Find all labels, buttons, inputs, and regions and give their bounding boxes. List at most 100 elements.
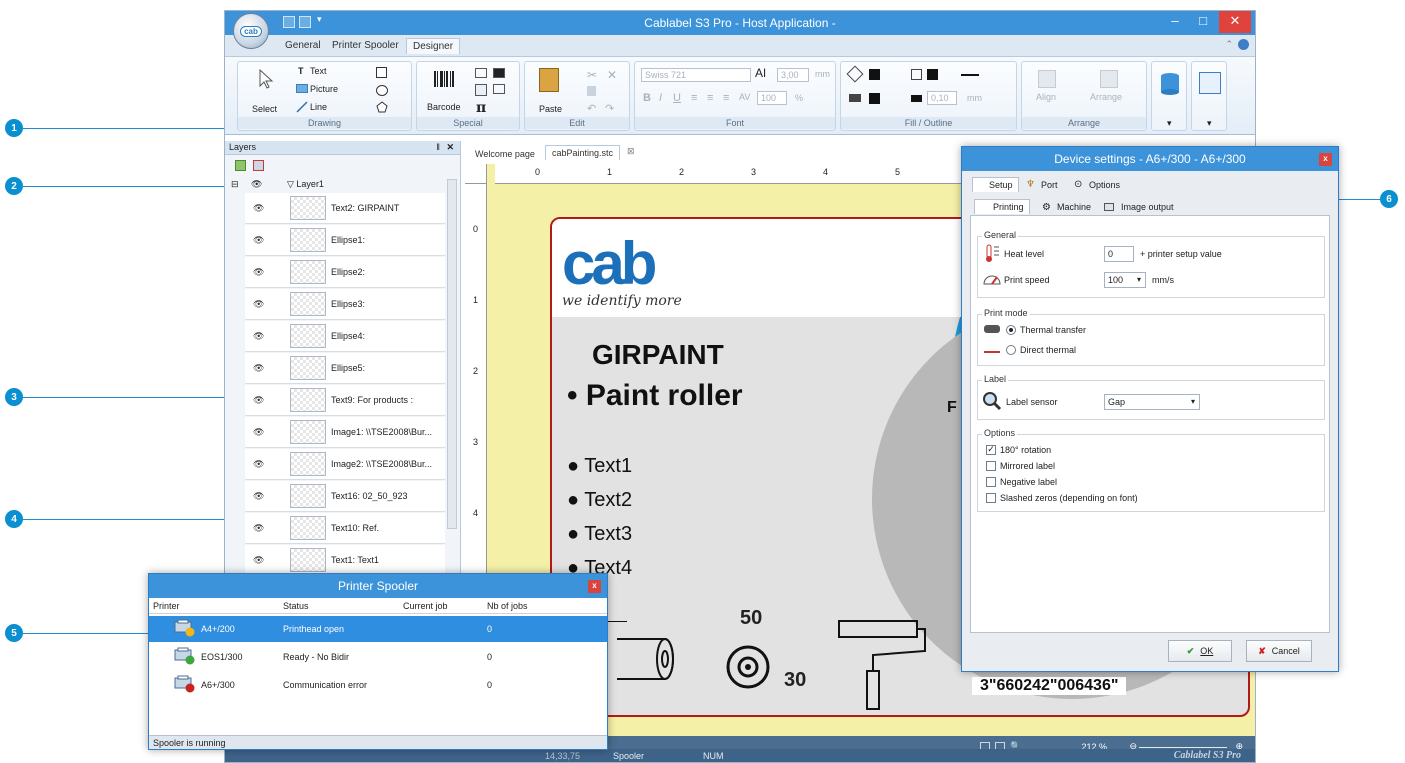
col-current-job[interactable]: Current job [403,601,448,611]
italic-icon[interactable]: I [659,92,662,104]
heat-level-input[interactable]: 0 [1104,246,1134,262]
line-width-input[interactable]: 0,10 [927,91,957,105]
device-dialog-close-button[interactable]: x [1319,153,1332,166]
label-sensor-select[interactable]: Gap ▾ [1104,394,1200,410]
layer-item[interactable]: 👁 Ellipse4: [245,321,445,352]
layer-visibility-icon[interactable]: 👁 [253,396,264,406]
tab-setup[interactable]: Setup [972,177,1019,192]
layer-item[interactable]: 👁 Text9: For products : [245,385,445,416]
cancel-button[interactable]: ✘ Cancel [1246,640,1312,662]
option-checkbox[interactable]: ✓ [986,445,996,455]
shadow-icon[interactable] [849,94,861,102]
line-tool-button[interactable]: Line [310,102,327,112]
layers-close-icon[interactable]: ✕ [446,142,454,153]
paste-button[interactable]: Paste [539,104,562,114]
layer-item[interactable]: 👁 Text2: GIRPAINT [245,193,445,224]
char-spacing-input[interactable]: 100 [757,91,787,105]
layer-item[interactable]: 👁 Ellipse3: [245,289,445,320]
minimize-button[interactable]: – [1161,11,1189,33]
tab-general[interactable]: General [285,40,321,51]
layer-item[interactable]: 👁 Ellipse2: [245,257,445,288]
layer-visibility-icon[interactable]: 👁 [253,332,264,342]
font-name-select[interactable]: Swiss 721 [641,68,751,82]
tab-welcome-page[interactable]: Welcome page [469,147,541,161]
layer-visibility-icon[interactable]: 👁 [253,204,264,214]
underline-icon[interactable]: U [673,92,681,104]
undo-icon[interactable]: ↶ [587,102,596,115]
bold-icon[interactable]: B [643,92,651,104]
option-checkbox[interactable] [986,477,996,487]
delete-icon[interactable]: ✕ [607,68,617,82]
redo-icon[interactable]: ↷ [605,102,614,115]
data-matrix-icon[interactable] [493,68,505,78]
fill-color-swatch[interactable] [869,69,880,80]
thermal-transfer-radio[interactable] [1006,325,1016,335]
ok-button[interactable]: ✔ OK [1168,640,1232,662]
layer-visibility-icon[interactable]: 👁 [253,300,264,310]
ribbon-collapse-icon[interactable]: ⌃ [1225,40,1233,50]
font-size-input[interactable]: 3,00 [777,68,809,82]
tab-cabpainting[interactable]: cabPainting.stc [545,145,621,160]
spooler-close-button[interactable]: x [588,580,601,593]
layer-visibility-icon[interactable]: 👁 [253,364,264,374]
spooler-row[interactable]: A4+/200 Printhead open 0 [149,616,607,642]
align-right-icon[interactable]: ≡ [723,92,729,104]
rectangle-tool-icon[interactable] [376,67,387,78]
picture-tool-button[interactable]: Picture [310,84,338,94]
outline-color-swatch[interactable] [927,69,938,80]
layer-visibility-icon[interactable]: 👁 [253,236,264,246]
ruler-corner-icon[interactable] [465,164,487,184]
layer-visibility-icon[interactable]: 👁 [253,428,264,438]
layer-visibility-icon[interactable]: 👁 [253,492,264,502]
arrange-button[interactable]: Arrange [1090,92,1122,102]
align-button[interactable]: Align [1036,92,1056,102]
cut-icon[interactable]: ✂ [587,68,597,82]
tab-close-icon[interactable]: ⊠ [627,147,635,157]
layers-scrollbar[interactable] [447,179,457,529]
tab-machine[interactable]: Machine [1052,200,1096,214]
spooler-title[interactable]: Printer Spooler [149,574,607,598]
formula-icon[interactable]: π [476,100,486,116]
database-icon[interactable] [1159,72,1181,96]
tab-options[interactable]: Options [1084,178,1125,192]
direct-thermal-radio[interactable] [1006,345,1016,355]
select-button[interactable]: Select [252,104,277,114]
char-spacing-icon[interactable]: AV [739,92,750,102]
database-dropdown-icon[interactable]: ▾ [1167,118,1172,129]
layer-item[interactable]: 👁 Text1: Text1 [245,545,445,576]
tab-port[interactable]: Port [1036,178,1063,192]
tab-designer[interactable]: Designer [406,38,461,54]
spooler-row[interactable]: A6+/300 Communication error 0 [149,672,607,698]
tab-printing[interactable]: Printing [974,199,1030,214]
print-speed-select[interactable]: 100 ▾ [1104,272,1146,288]
col-printer[interactable]: Printer [153,601,180,611]
add-layer-icon[interactable] [235,160,246,171]
col-status[interactable]: Status [283,601,309,611]
barcode-button[interactable]: Barcode [427,102,461,112]
layer-item[interactable]: 👁 Ellipse1: [245,225,445,256]
line-style-icon[interactable] [961,74,979,76]
calendar-icon[interactable] [475,84,487,96]
option-checkbox[interactable] [986,461,996,471]
layer-item[interactable]: 👁 Text10: Ref. [245,513,445,544]
layer-item[interactable]: 👁 Image2: \\TSE2008\Bur... [245,449,445,480]
outline-color-icon[interactable] [911,69,922,80]
text-tool-button[interactable]: Text [310,66,327,76]
layer-visibility-icon[interactable]: 👁 [253,524,264,534]
spooler-row[interactable]: EOS1/300 Ready - No Bidir 0 [149,644,607,670]
layer-visibility-icon[interactable]: 👁 [253,556,264,566]
tab-printer-spooler[interactable]: Printer Spooler [332,40,399,51]
delete-layer-icon[interactable] [253,160,264,171]
layer-visibility-icon[interactable]: 👁 [253,460,264,470]
title-bar[interactable]: ▾ Cablabel S3 Pro - Host Application - –… [225,11,1255,35]
layer-visibility-icon[interactable]: 👁 [253,268,264,278]
ellipse-tool-icon[interactable] [376,85,388,96]
align-center-icon[interactable]: ≡ [707,92,713,104]
layer-item[interactable]: 👁 Text16: 02_50_923 [245,481,445,512]
polygon-tool-icon[interactable] [376,101,388,113]
zoom-slider[interactable] [1139,747,1227,748]
tab-image-output[interactable]: Image output [1116,200,1179,214]
option-checkbox[interactable] [986,493,996,503]
shadow-color-swatch[interactable] [869,93,880,104]
col-nb-jobs[interactable]: Nb of jobs [487,601,528,611]
